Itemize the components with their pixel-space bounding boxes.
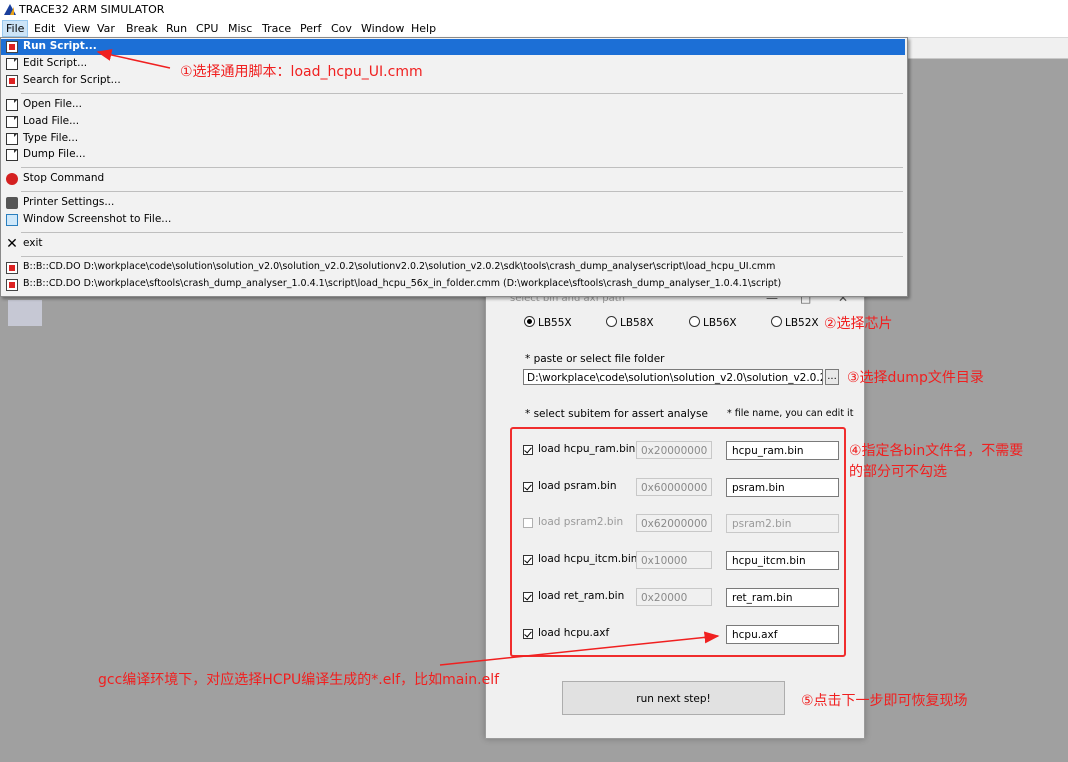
menu-edit[interactable]: Edit — [31, 21, 58, 36]
menu-item-printer-settings[interactable]: Printer Settings... — [1, 195, 905, 211]
menu-item-stop-command[interactable]: Stop Command — [1, 171, 905, 187]
menu-item-search-script[interactable]: Search for Script... — [1, 73, 905, 89]
menu-misc[interactable]: Misc — [225, 21, 255, 36]
radio-dot-icon — [606, 316, 617, 327]
menu-separator — [21, 232, 903, 233]
run-next-step-button[interactable]: run next step! — [562, 681, 785, 715]
annotation-step1: ①选择通用脚本：load_hcpu_UI.cmm — [180, 64, 423, 80]
printer-icon — [6, 197, 18, 209]
menu-separator — [21, 191, 903, 192]
menu-separator — [21, 167, 903, 168]
desktop-ghost-icon — [8, 300, 42, 326]
menu-item-window-screenshot[interactable]: Window Screenshot to File... — [1, 212, 905, 228]
annotation-step4-line1: ④指定各bin文件名，不需要 — [849, 443, 1024, 459]
menu-file[interactable]: File — [2, 20, 29, 37]
radio-lb56x[interactable]: LB56X — [689, 316, 737, 329]
menu-item-load-file[interactable]: Load File... — [1, 114, 905, 130]
run-script-icon — [6, 41, 18, 53]
menu-item-edit-script[interactable]: Edit Script... — [1, 56, 905, 72]
folder-path-input[interactable]: D:\workplace\code\solution\solution_v2.0… — [523, 369, 823, 385]
menu-trace[interactable]: Trace — [259, 21, 294, 36]
subitem-label: * select subitem for assert analyse — [525, 408, 708, 420]
menu-cov[interactable]: Cov — [328, 21, 355, 36]
screenshot-icon — [6, 214, 18, 226]
load-file-icon — [6, 116, 18, 128]
radio-lb55x[interactable]: LB55X — [524, 316, 572, 329]
radio-lb52x[interactable]: LB52X — [771, 316, 819, 329]
menu-help[interactable]: Help — [408, 21, 439, 36]
menu-bar: File Edit View Var Break Run CPU Misc Tr… — [0, 20, 1068, 38]
menu-item-run-script[interactable]: Run Script... — [1, 39, 905, 55]
menu-separator — [21, 256, 903, 257]
menu-item-exit[interactable]: ✕ exit — [1, 236, 905, 252]
stop-icon — [6, 173, 18, 185]
open-file-icon — [6, 99, 18, 111]
menu-item-type-file[interactable]: Type File... — [1, 131, 905, 147]
dump-file-icon — [6, 149, 18, 161]
browse-button[interactable]: ... — [825, 369, 839, 385]
radio-dot-icon — [771, 316, 782, 327]
menu-view[interactable]: View — [61, 21, 93, 36]
search-script-icon — [6, 75, 18, 87]
file-menu-dropdown: Run Script... Edit Script... Search for … — [0, 37, 908, 297]
menu-cpu[interactable]: CPU — [193, 21, 221, 36]
title-bar: TRACE32 ARM SIMULATOR — [0, 0, 1068, 20]
menu-item-dump-file[interactable]: Dump File... — [1, 147, 905, 163]
annotation-step3: ③选择dump文件目录 — [847, 370, 984, 386]
menu-break[interactable]: Break — [123, 21, 161, 36]
type-file-icon — [6, 133, 18, 145]
annotation-step4-line2: 的部分可不勾选 — [849, 464, 947, 480]
recent-script-icon — [6, 262, 18, 274]
menu-run[interactable]: Run — [163, 21, 190, 36]
menu-window[interactable]: Window — [358, 21, 407, 36]
folder-label: * paste or select file folder — [525, 353, 665, 365]
exit-x-icon: ✕ — [6, 236, 18, 252]
recent-script-icon — [6, 279, 18, 291]
radio-dot-icon — [524, 316, 535, 327]
menu-item-open-file[interactable]: Open File... — [1, 97, 905, 113]
radio-lb58x[interactable]: LB58X — [606, 316, 654, 329]
filename-hint: * file name, you can edit it — [727, 408, 854, 419]
menu-separator — [21, 93, 903, 94]
menu-item-recent-1[interactable]: B::B::CD.DO D:\workplace\code\solution\s… — [1, 260, 905, 276]
menu-perf[interactable]: Perf — [297, 21, 324, 36]
trace32-logo-icon — [4, 4, 16, 15]
annotation-step5: ⑤点击下一步即可恢复现场 — [801, 693, 968, 709]
annotation-step2: ②选择芯片 — [824, 316, 893, 332]
edit-script-icon — [6, 58, 18, 70]
annotation-gcc: gcc编译环境下，对应选择HCPU编译生成的*.elf，比如main.elf — [98, 672, 500, 688]
radio-dot-icon — [689, 316, 700, 327]
highlight-box — [510, 427, 846, 657]
window-title: TRACE32 ARM SIMULATOR — [19, 3, 165, 16]
menu-var[interactable]: Var — [94, 21, 118, 36]
menu-item-recent-2[interactable]: B::B::CD.DO D:\workplace\sftools\crash_d… — [1, 277, 905, 293]
